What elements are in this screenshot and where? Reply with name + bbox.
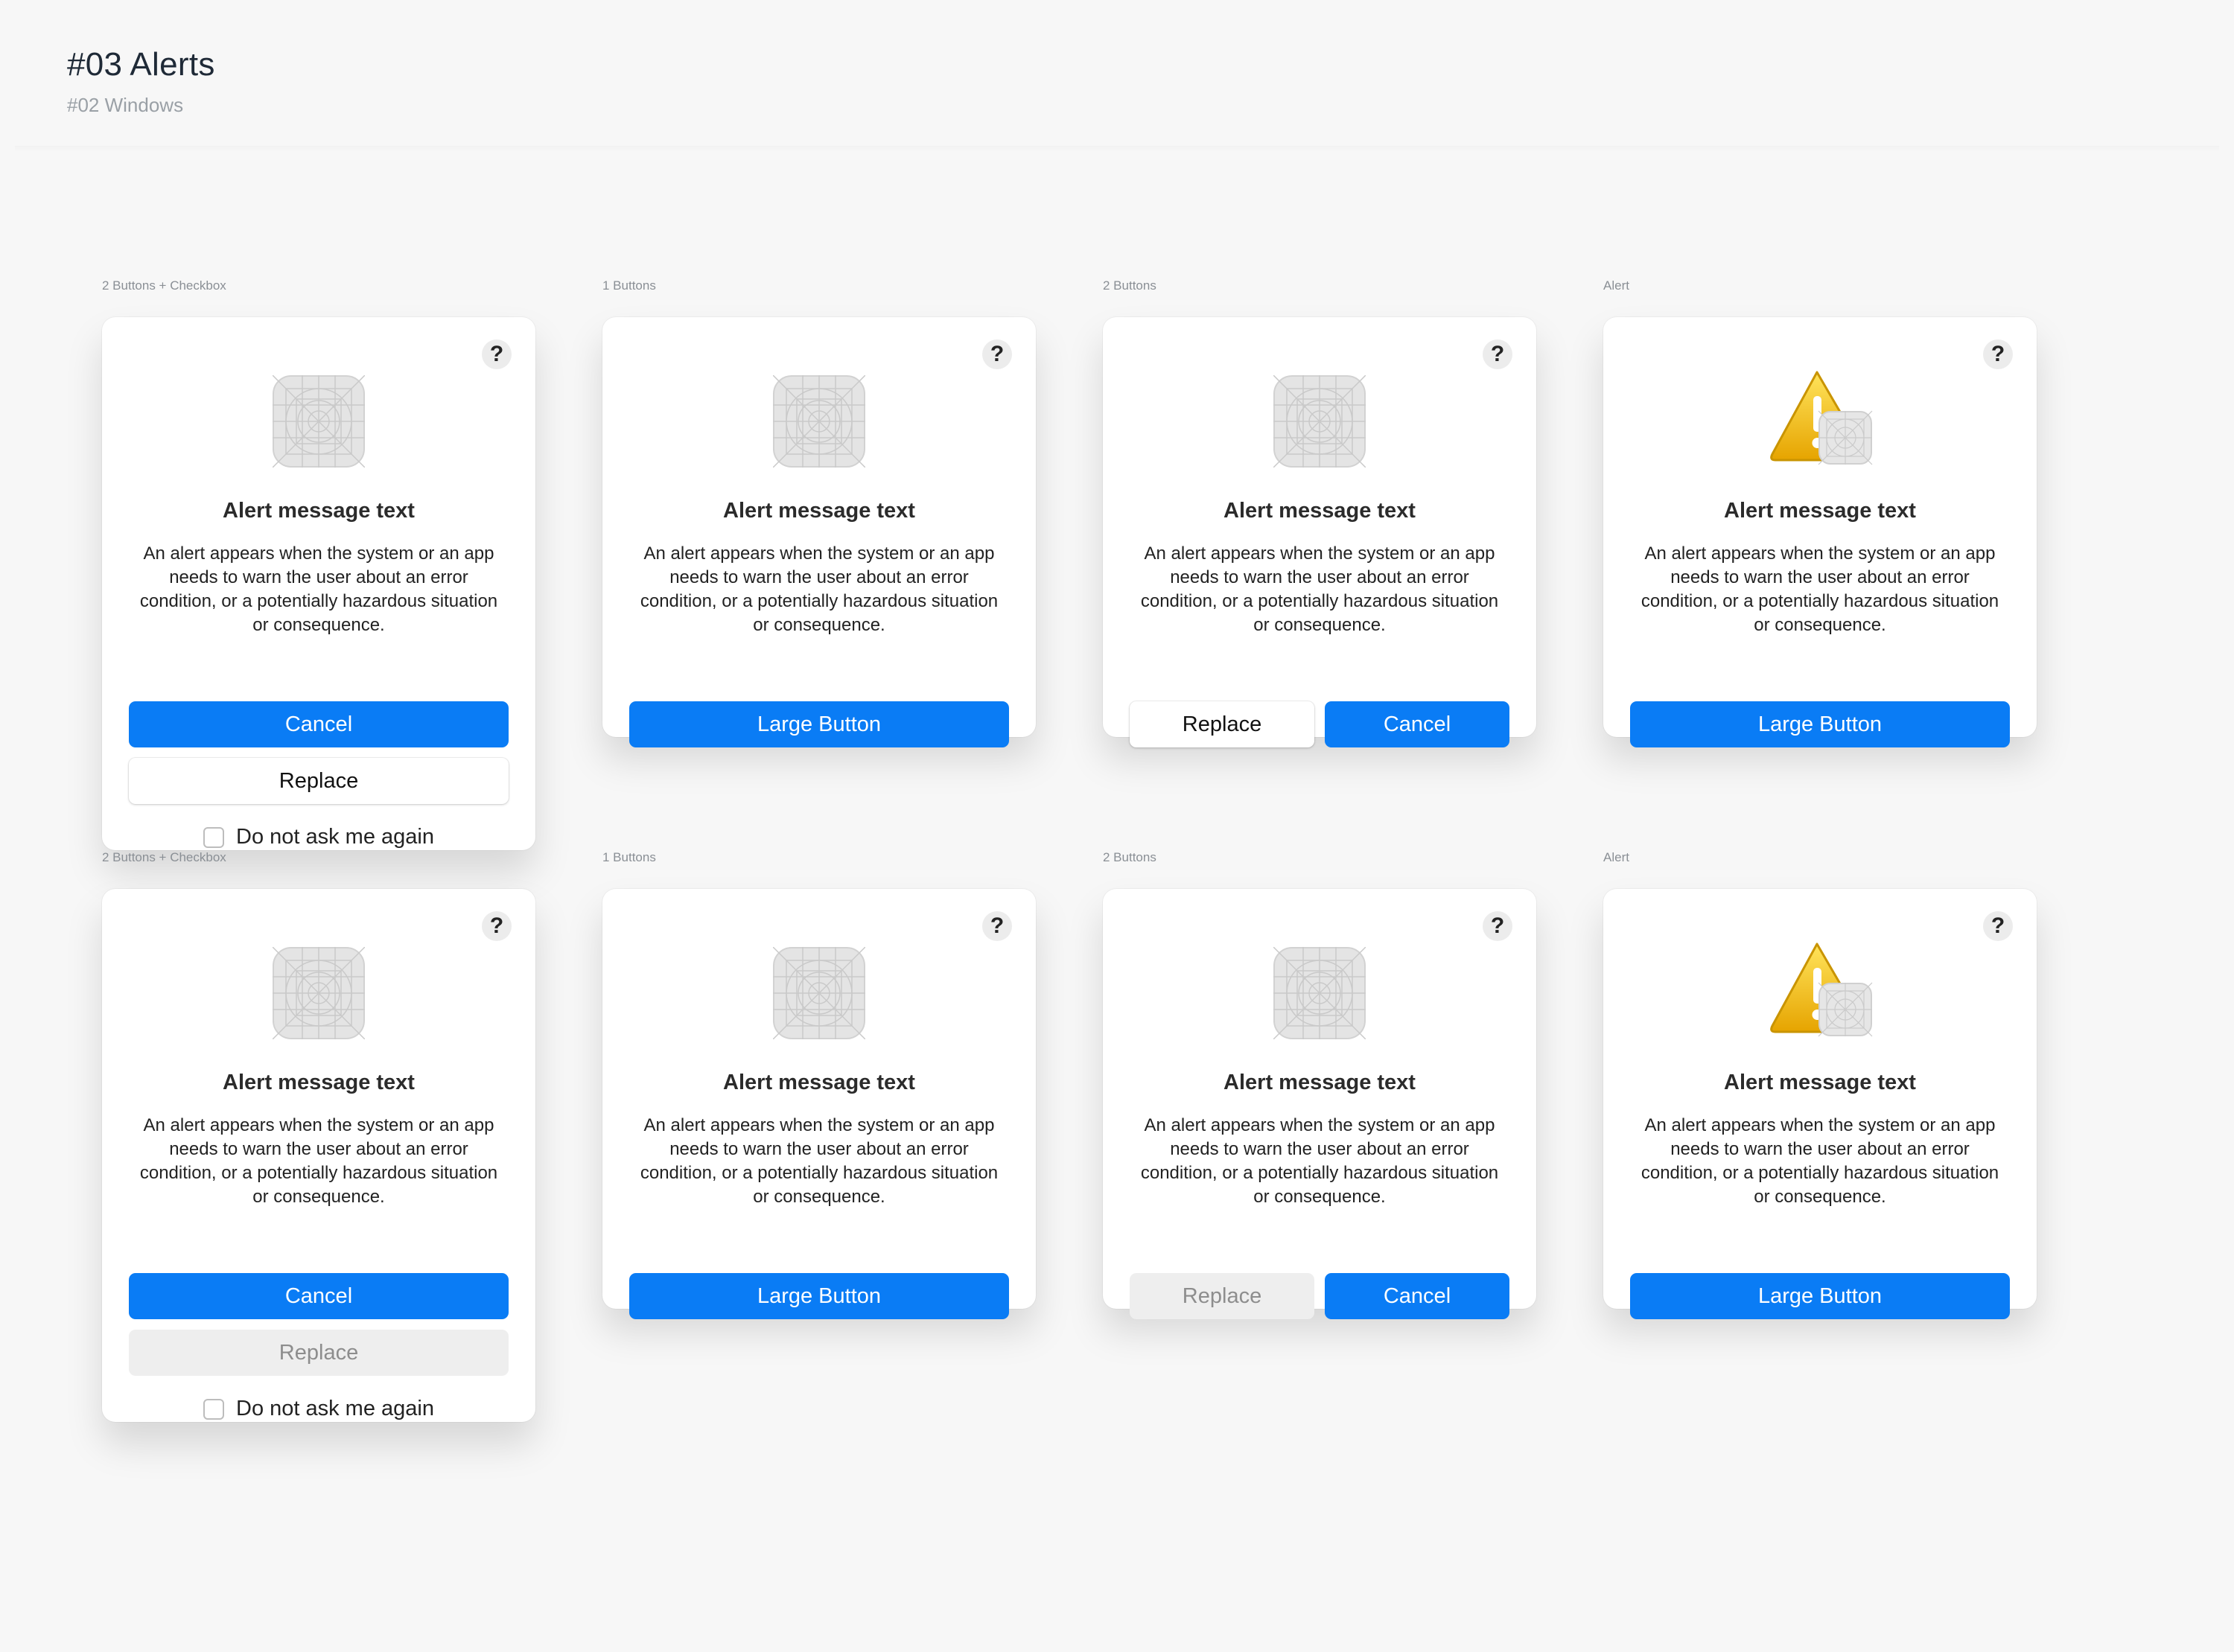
- app-icon: [1273, 375, 1366, 468]
- dont-ask-checkbox-row[interactable]: Do not ask me again: [102, 825, 535, 849]
- alerts-grid: 2 Buttons + Checkbox ? Alert message tex…: [102, 278, 2037, 1422]
- variant-one-button-default: 1 Buttons ? Alert message text An alert …: [602, 278, 1036, 850]
- app-icon: [773, 947, 865, 1039]
- dont-ask-checkbox-row[interactable]: Do not ask me again: [102, 1397, 535, 1421]
- question-mark-icon: ?: [1490, 342, 1505, 366]
- alert-body: An alert appears when the system or an a…: [1140, 543, 1499, 635]
- replace-button[interactable]: Replace: [129, 758, 509, 804]
- alert-title: Alert message text: [223, 1071, 415, 1094]
- help-button[interactable]: ?: [982, 911, 1012, 941]
- help-button[interactable]: ?: [1483, 339, 1512, 369]
- help-button[interactable]: ?: [1983, 339, 2013, 369]
- dont-ask-label: Do not ask me again: [236, 1397, 434, 1420]
- help-button[interactable]: ?: [482, 339, 512, 369]
- variant-two-buttons-default: 2 Buttons ? Alert message text An alert …: [1103, 278, 1536, 850]
- alert-dialog: ? Alert message text An alert appears wh…: [1603, 317, 2037, 747]
- page-title: #03 Alerts: [67, 46, 215, 83]
- replace-button-disabled: Replace: [129, 1330, 509, 1376]
- warning-triangle-icon: [1766, 368, 1874, 468]
- variant-label: 2 Buttons: [1103, 278, 1156, 293]
- page-subtitle: #02 Windows: [67, 94, 184, 116]
- variant-label: 2 Buttons + Checkbox: [102, 850, 226, 864]
- warning-triangle-icon: [1766, 940, 1874, 1039]
- variant-label: 2 Buttons + Checkbox: [102, 278, 226, 293]
- help-button[interactable]: ?: [482, 911, 512, 941]
- variant-alert-default: Alert ? Alert message text An alert appe…: [1603, 278, 2037, 850]
- app-icon: [1273, 947, 1366, 1039]
- question-mark-icon: ?: [1990, 342, 2005, 366]
- help-button[interactable]: ?: [1983, 911, 2013, 941]
- alert-title: Alert message text: [1724, 499, 1916, 523]
- cancel-button[interactable]: Cancel: [129, 1273, 509, 1319]
- alert-dialog: ? Alert message text An alert appears wh…: [1603, 889, 2037, 1319]
- large-button[interactable]: Large Button: [1630, 701, 2010, 747]
- large-button[interactable]: Large Button: [1630, 1273, 2010, 1319]
- alert-dialog: ? Alert message text An alert appears wh…: [1103, 889, 1536, 1319]
- alert-title: Alert message text: [1223, 1071, 1416, 1094]
- variant-label: 2 Buttons: [1103, 850, 1156, 864]
- alert-title: Alert message text: [723, 499, 915, 523]
- alert-dialog: ? Alert message text An alert appears wh…: [602, 889, 1036, 1319]
- question-mark-icon: ?: [1490, 913, 1505, 938]
- variant-checkbox-inactive: 2 Buttons + Checkbox ? Alert message tex…: [102, 850, 535, 1422]
- alert-title: Alert message text: [723, 1071, 915, 1094]
- dont-ask-label: Do not ask me again: [236, 825, 434, 849]
- variant-label: 1 Buttons: [602, 850, 656, 864]
- alert-body: An alert appears when the system or an a…: [640, 1115, 999, 1207]
- alert-dialog: ? Alert message text An alert appears wh…: [102, 889, 535, 1422]
- app-icon: [773, 375, 865, 468]
- variant-label: 1 Buttons: [602, 278, 656, 293]
- large-button[interactable]: Large Button: [629, 1273, 1009, 1319]
- alert-body: An alert appears when the system or an a…: [1140, 1115, 1499, 1207]
- cancel-button[interactable]: Cancel: [1325, 1273, 1509, 1319]
- alert-body: An alert appears when the system or an a…: [139, 543, 498, 635]
- alert-body: An alert appears when the system or an a…: [640, 543, 999, 635]
- page-header: #03 Alerts #02 Windows: [67, 46, 215, 117]
- alert-dialog: ? Alert message text An alert appears wh…: [602, 317, 1036, 747]
- question-mark-icon: ?: [489, 913, 504, 938]
- cancel-button[interactable]: Cancel: [1325, 701, 1509, 747]
- alert-body: An alert appears when the system or an a…: [139, 1115, 498, 1207]
- help-button[interactable]: ?: [982, 339, 1012, 369]
- dont-ask-checkbox[interactable]: [203, 1398, 224, 1420]
- variant-alert-inactive: Alert ? Alert message text An alert appe…: [1603, 850, 2037, 1422]
- replace-button[interactable]: Replace: [1130, 701, 1314, 747]
- dont-ask-checkbox[interactable]: [203, 826, 224, 848]
- alert-title: Alert message text: [223, 499, 415, 523]
- replace-button-disabled: Replace: [1130, 1273, 1314, 1319]
- variant-one-button-inactive: 1 Buttons ? Alert message text An alert …: [602, 850, 1036, 1422]
- variant-label: Alert: [1603, 278, 1629, 293]
- alert-body: An alert appears when the system or an a…: [1641, 543, 1999, 635]
- cancel-button[interactable]: Cancel: [129, 701, 509, 747]
- question-mark-icon: ?: [1990, 913, 2005, 938]
- alert-dialog: ? Alert message text An alert appears wh…: [102, 317, 535, 850]
- variant-label: Alert: [1603, 850, 1629, 864]
- variant-checkbox-default: 2 Buttons + Checkbox ? Alert message tex…: [102, 278, 535, 850]
- alert-title: Alert message text: [1724, 1071, 1916, 1094]
- question-mark-icon: ?: [990, 342, 1005, 366]
- variant-two-buttons-inactive: 2 Buttons ? Alert message text An alert …: [1103, 850, 1536, 1422]
- question-mark-icon: ?: [489, 342, 504, 366]
- alert-body: An alert appears when the system or an a…: [1641, 1115, 1999, 1207]
- question-mark-icon: ?: [990, 913, 1005, 938]
- app-icon: [273, 375, 365, 468]
- header-divider: [15, 146, 2219, 152]
- large-button[interactable]: Large Button: [629, 701, 1009, 747]
- help-button[interactable]: ?: [1483, 911, 1512, 941]
- alert-dialog: ? Alert message text An alert appears wh…: [1103, 317, 1536, 747]
- app-icon: [273, 947, 365, 1039]
- alert-title: Alert message text: [1223, 499, 1416, 523]
